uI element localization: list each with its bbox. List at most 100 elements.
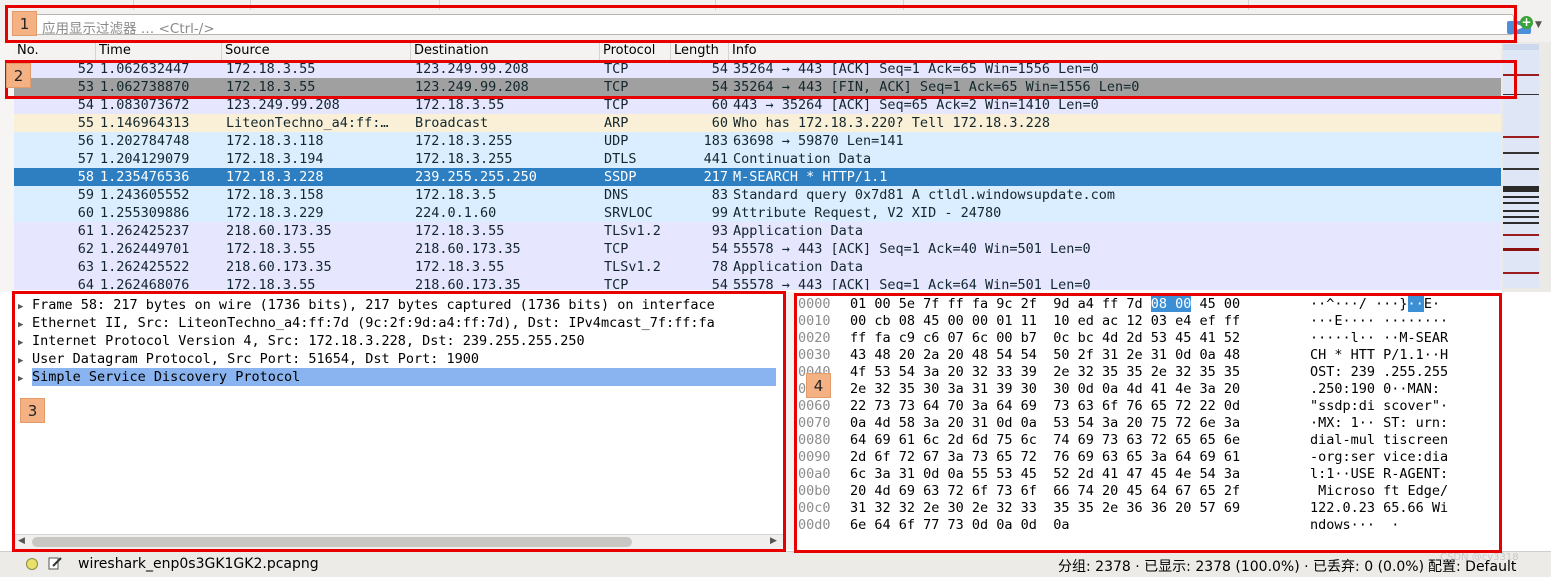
minimap-segment (1503, 152, 1539, 154)
packet-row[interactable]: 63 1.262425522 218.60.173.35 172.18.3.55 TLS… (14, 258, 1501, 276)
packet-row[interactable]: 61 1.262425237 218.60.173.35 172.18.3.55 TLS… (14, 222, 1501, 240)
packet-time: 1.235476536 (100, 169, 190, 185)
minimap-segment (1503, 186, 1539, 192)
packet-list-header: No. Time Source Destination Protocol Len… (14, 42, 1501, 61)
column-header-source[interactable]: Source (222, 42, 411, 60)
packet-protocol: ARP (604, 115, 629, 131)
packet-length: 54 (711, 241, 728, 257)
annotation-label-2: 2 (6, 63, 31, 88)
packet-protocol: TCP (604, 241, 629, 257)
packet-time: 1.255309886 (100, 205, 190, 221)
packet-source: 172.18.3.229 (226, 205, 324, 221)
packet-time: 1.262425237 (100, 223, 190, 239)
packet-destination: Broadcast (415, 115, 489, 131)
minimap-segment (1503, 44, 1539, 50)
packet-length: 93 (711, 223, 728, 239)
packet-source: 172.18.3.194 (226, 151, 324, 167)
packet-protocol: DTLS (604, 151, 637, 167)
packet-info: M-SEARCH * HTTP/1.1 (733, 169, 888, 185)
packet-length: 99 (711, 205, 728, 221)
packet-protocol: TLSv1.2 (604, 223, 661, 239)
packet-row[interactable]: 59 1.243605552 172.18.3.158 172.18.3.5 DNS 83… (14, 186, 1501, 204)
packet-time: 1.204129079 (100, 151, 190, 167)
packet-info: 55578 → 443 [ACK] Seq=1 Ack=40 Win=501 L… (733, 241, 1091, 257)
packet-info: Attribute Request, V2 XID - 24780 (733, 205, 1002, 221)
packet-info: 55578 → 443 [ACK] Seq=1 Ack=64 Win=501 L… (733, 277, 1091, 290)
packet-info: Application Data (733, 259, 864, 275)
packet-statistics: 分组: 2378 · 已显示: 2378 (100.0%) · 已丢弃: 0 (… (1058, 559, 1425, 575)
packet-source: 172.18.3.158 (226, 187, 324, 203)
packet-length: 78 (711, 259, 728, 275)
annotation-label-4: 4 (806, 373, 831, 398)
column-header-length[interactable]: Length (671, 42, 729, 60)
packet-protocol: TLSv1.2 (604, 259, 661, 275)
packet-destination: 218.60.173.35 (415, 241, 521, 257)
packet-info: Continuation Data (733, 151, 872, 167)
packet-no: 60 (77, 205, 94, 221)
watermark: CSDN @cy3318 (1440, 552, 1519, 563)
packet-row[interactable]: 58 1.235476536 172.18.3.228 239.255.255.250… (14, 168, 1501, 186)
packet-destination: 172.18.3.55 (415, 259, 505, 275)
minimap-segment (1503, 234, 1539, 236)
packet-info: Application Data (733, 223, 864, 239)
packet-source: 218.60.173.35 (226, 259, 332, 275)
annotation-label-3: 3 (20, 398, 45, 423)
packet-no: 57 (77, 151, 94, 167)
packet-source: 172.18.3.118 (226, 133, 324, 149)
capture-file-name: wireshark_enp0s3GK1GK2.pcapng (78, 556, 319, 572)
minimap-segment (1503, 168, 1539, 170)
edit-comment-icon[interactable] (48, 556, 62, 570)
packet-length: 183 (703, 133, 728, 149)
packet-destination: 218.60.173.35 (415, 277, 521, 290)
packet-row[interactable]: 55 1.146964313 LiteonTechno_a4:ff:… Broadca… (14, 114, 1501, 132)
packet-protocol: DNS (604, 187, 629, 203)
packet-destination: 239.255.255.250 (415, 169, 537, 185)
packet-no: 61 (77, 223, 94, 239)
packet-time: 1.262425522 (100, 259, 190, 275)
packet-length: 441 (703, 151, 728, 167)
packet-protocol: SSDP (604, 169, 637, 185)
annotation-box-2 (5, 60, 1517, 99)
minimap-segment (1503, 210, 1539, 212)
packet-time: 1.243605552 (100, 187, 190, 203)
packet-row[interactable]: 56 1.202784748 172.18.3.118 172.18.3.255 UDP… (14, 132, 1501, 150)
packet-row[interactable]: 64 1.262468076 172.18.3.55 218.60.173.35 TCP… (14, 276, 1501, 290)
packet-time: 1.262468076 (100, 277, 190, 290)
annotation-label-1: 1 (12, 11, 37, 36)
column-header-time[interactable]: Time (96, 42, 222, 60)
packet-time: 1.202784748 (100, 133, 190, 149)
packet-destination: 172.18.3.255 (415, 133, 513, 149)
packet-no: 58 (77, 169, 94, 185)
packet-length: 60 (711, 115, 728, 131)
column-header-info[interactable]: Info (729, 42, 1501, 60)
status-bar: wireshark_enp0s3GK1GK2.pcapng 分组: 2378 ·… (0, 551, 1551, 577)
minimap-segment (1503, 196, 1539, 198)
column-header-protocol[interactable]: Protocol (600, 42, 671, 60)
packet-info: Standard query 0x7d81 A ctldl.windowsupd… (733, 187, 1116, 203)
minimap-segment (1503, 272, 1539, 274)
packet-time: 1.262449701 (100, 241, 190, 257)
column-header-no[interactable]: No. (14, 42, 96, 60)
packet-row[interactable]: 57 1.204129079 172.18.3.194 172.18.3.255 DTL… (14, 150, 1501, 168)
packet-row[interactable]: 62 1.262449701 172.18.3.55 218.60.173.35 TCP… (14, 240, 1501, 258)
packet-protocol: UDP (604, 133, 629, 149)
minimap-segment (1503, 222, 1539, 224)
expert-info-icon[interactable] (26, 558, 38, 570)
packet-no: 56 (77, 133, 94, 149)
annotation-box-4 (794, 293, 1502, 553)
packet-source: LiteonTechno_a4:ff:… (226, 115, 389, 131)
packet-length: 217 (703, 169, 728, 185)
packet-no: 55 (77, 115, 94, 131)
packet-no: 59 (77, 187, 94, 203)
column-header-destination[interactable]: Destination (411, 42, 600, 60)
packet-destination: 172.18.3.55 (415, 223, 505, 239)
add-filter-button-icon[interactable]: + (1520, 16, 1533, 29)
chevron-down-icon[interactable]: ▼ (1535, 20, 1542, 30)
packet-info: Who has 172.18.3.220? Tell 172.18.3.228 (733, 115, 1050, 131)
packet-protocol: SRVLOC (604, 205, 653, 221)
packet-length: 54 (711, 277, 728, 290)
minimap-segment (1503, 248, 1539, 251)
packet-destination: 172.18.3.5 (415, 187, 497, 203)
annotation-box-1 (5, 5, 1517, 43)
packet-row[interactable]: 60 1.255309886 172.18.3.229 224.0.1.60 SRVLO… (14, 204, 1501, 222)
